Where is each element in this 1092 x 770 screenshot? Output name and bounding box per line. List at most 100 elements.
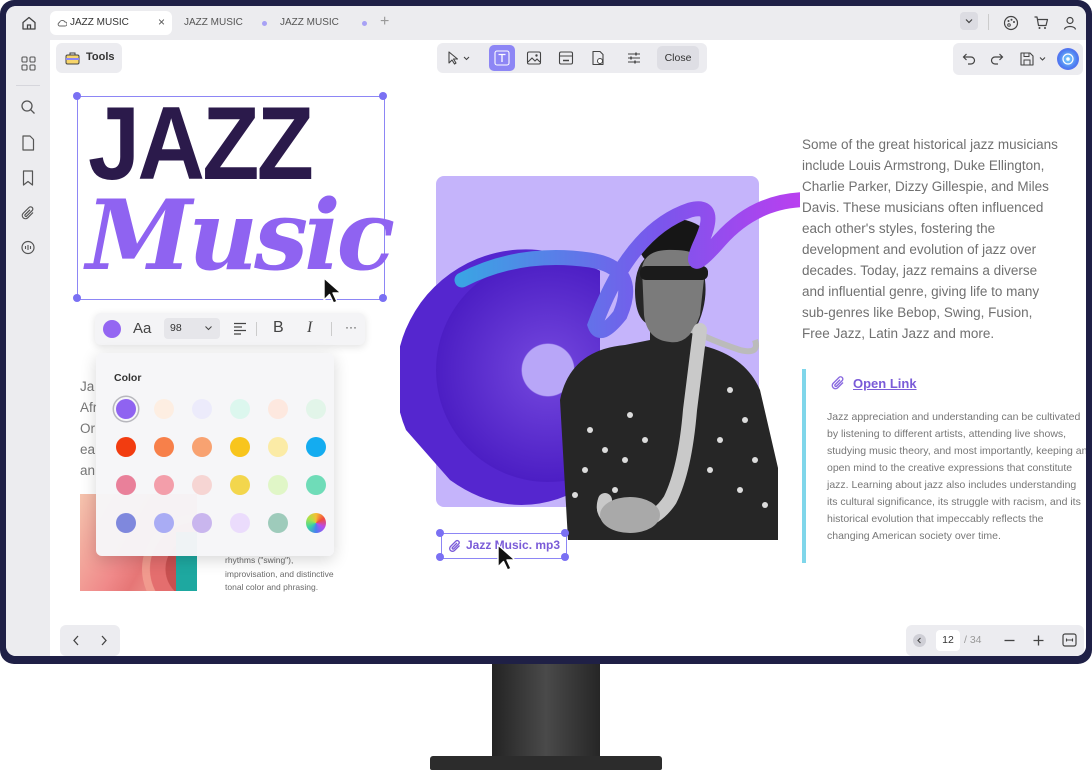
color-swatch[interactable]	[154, 475, 174, 495]
caption-line: improvisation, and distinctive	[225, 568, 334, 579]
link-tool-icon[interactable]	[553, 45, 579, 71]
divider	[16, 85, 40, 86]
italic-button[interactable]: I	[307, 319, 312, 337]
tools-button[interactable]: Tools	[56, 43, 122, 73]
close-button[interactable]: Close	[657, 46, 699, 70]
resize-handle[interactable]	[379, 294, 387, 302]
current-page-input[interactable]: 12	[936, 630, 960, 651]
close-tab-icon[interactable]: ×	[158, 15, 165, 29]
color-swatch[interactable]	[268, 513, 288, 533]
tab-jazz-music-2[interactable]: JAZZ MUSIC	[176, 11, 268, 35]
tab-label: JAZZ MUSIC	[184, 17, 243, 28]
resize-handle[interactable]	[379, 92, 387, 100]
color-swatch[interactable]	[116, 437, 136, 457]
color-swatch[interactable]	[306, 475, 326, 495]
bold-button[interactable]: B	[273, 319, 284, 337]
left-sidebar	[6, 40, 50, 656]
image-tool-icon[interactable]	[521, 45, 547, 71]
align-left-icon[interactable]	[233, 322, 247, 335]
text-line: ea	[80, 442, 96, 457]
chevron-right-icon[interactable]	[100, 635, 108, 646]
color-swatch[interactable]	[116, 399, 136, 419]
document-page: Tools Close JAZZ Music Ja Afr Or ea an r…	[50, 40, 1086, 656]
comment-icon[interactable]	[17, 237, 39, 259]
chevron-down-icon[interactable]	[960, 12, 978, 30]
color-swatch[interactable]	[306, 399, 326, 419]
pagination-bar: 12 / 34	[906, 625, 1084, 656]
color-swatch[interactable]	[268, 399, 288, 419]
new-tab-icon[interactable]: +	[380, 13, 389, 31]
divider	[256, 322, 257, 336]
stamp-tool-icon[interactable]	[585, 45, 611, 71]
color-swatch[interactable]	[230, 437, 250, 457]
paperclip-icon[interactable]	[17, 202, 39, 224]
tab-jazz-music-1[interactable]: JAZZ MUSIC ×	[50, 11, 172, 35]
title-music: Music	[86, 179, 395, 292]
paperclip-icon	[449, 539, 460, 552]
text-line: Or	[80, 421, 95, 436]
page-icon[interactable]	[17, 132, 39, 154]
resize-handle[interactable]	[73, 294, 81, 302]
resize-handle[interactable]	[436, 553, 444, 561]
bookmark-icon[interactable]	[17, 167, 39, 189]
caption-line: tonal color and phrasing.	[225, 582, 319, 592]
color-swatch[interactable]	[230, 399, 250, 419]
musicians-paragraph: Some of the great historical jazz musici…	[802, 137, 1058, 341]
text-line: Afr	[80, 400, 98, 415]
font-family-button[interactable]: Aa	[133, 320, 151, 337]
tools-label: Tools	[86, 51, 115, 63]
color-swatch[interactable]	[116, 475, 136, 495]
color-swatch[interactable]	[230, 475, 250, 495]
font-size-select[interactable]: 98	[164, 318, 220, 339]
toolbox-icon	[65, 52, 80, 65]
left-caption: rhythms ("swing"), improvisation, and di…	[225, 554, 334, 595]
font-color-button[interactable]	[103, 320, 121, 338]
color-swatch[interactable]	[268, 437, 288, 457]
color-swatch[interactable]	[154, 513, 174, 533]
jazz-illustration	[400, 192, 800, 540]
user-icon[interactable]	[1059, 12, 1081, 34]
color-swatch[interactable]	[192, 437, 212, 457]
resize-handle[interactable]	[561, 529, 569, 537]
tab-jazz-music-3[interactable]: JAZZ MUSIC	[272, 11, 370, 35]
cart-icon[interactable]	[1030, 12, 1052, 34]
color-swatch[interactable]	[230, 513, 250, 533]
prev-page-icon[interactable]	[913, 634, 926, 647]
ai-assistant-icon[interactable]	[1057, 48, 1079, 70]
color-swatch[interactable]	[192, 399, 212, 419]
grid-icon[interactable]	[17, 52, 39, 74]
open-link[interactable]: Open Link	[853, 376, 917, 391]
custom-color-swatch[interactable]	[306, 513, 326, 533]
adjust-tool-icon[interactable]	[621, 45, 647, 71]
unsaved-dot-icon	[262, 21, 267, 26]
search-icon[interactable]	[17, 96, 39, 118]
text-line: an	[80, 463, 96, 478]
resize-handle[interactable]	[436, 529, 444, 537]
chevron-left-icon[interactable]	[72, 635, 80, 646]
divider	[988, 14, 989, 30]
zoom-in-icon[interactable]	[1033, 635, 1044, 646]
zoom-out-icon[interactable]	[1004, 639, 1015, 642]
color-swatch[interactable]	[154, 437, 174, 457]
color-swatch[interactable]	[192, 475, 212, 495]
monitor-stand-neck	[492, 664, 600, 758]
more-options-icon[interactable]: ···	[345, 320, 357, 334]
redo-icon[interactable]	[984, 46, 1010, 72]
mouse-cursor-icon	[497, 544, 516, 571]
fit-screen-icon[interactable]	[1062, 633, 1077, 647]
color-swatch[interactable]	[154, 399, 174, 419]
undo-icon[interactable]	[956, 46, 982, 72]
save-icon[interactable]	[1016, 46, 1052, 72]
text-tool-button[interactable]	[489, 45, 515, 71]
select-tool-button[interactable]	[441, 45, 477, 71]
home-icon[interactable]	[18, 12, 40, 34]
color-swatch[interactable]	[268, 475, 288, 495]
resize-handle[interactable]	[561, 553, 569, 561]
palette-icon[interactable]	[1000, 12, 1022, 34]
color-swatch[interactable]	[116, 513, 136, 533]
quote-paragraph: Jazz appreciation and understanding can …	[827, 411, 1086, 542]
color-swatch[interactable]	[192, 513, 212, 533]
color-swatch[interactable]	[306, 437, 326, 457]
chevron-down-icon	[205, 326, 212, 331]
resize-handle[interactable]	[73, 92, 81, 100]
